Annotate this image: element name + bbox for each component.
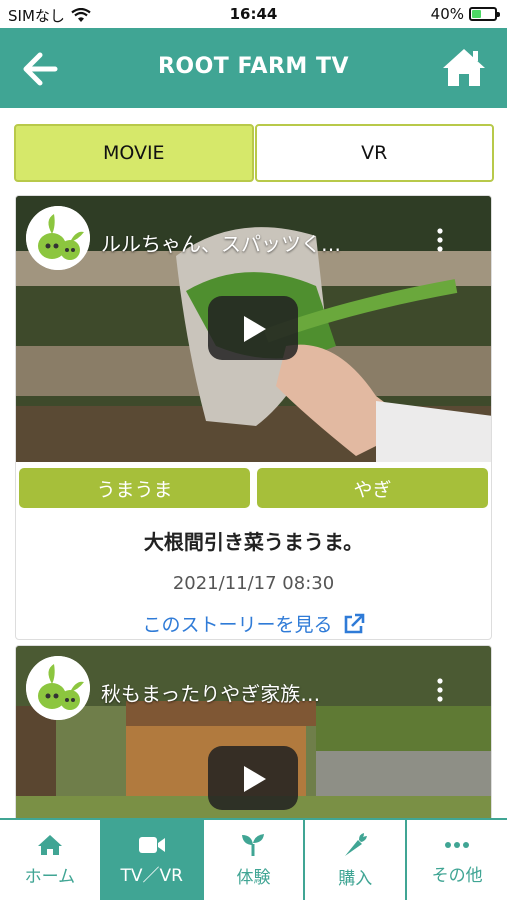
more-dots-icon [445,841,470,848]
video-title: 秋もまったりやぎ家族… [101,682,321,706]
play-button[interactable] [208,746,298,810]
channel-avatar [26,656,90,720]
home-icon[interactable] [441,46,487,88]
tab-tv-vr-label: TV／VR [120,865,183,886]
movie-vr-toggle: MOVIE VR [14,124,494,182]
story-date: 2021/11/17 08:30 [172,573,335,594]
bottom-tab-bar: ホーム TV／VR 体験 購入 その他 [0,818,507,900]
battery-percent: 40% [430,5,464,23]
battery-icon [469,7,500,21]
tab-purchase[interactable]: 購入 [305,820,408,900]
carrot-icon [345,832,368,856]
sprout-icon [242,833,265,856]
status-bar: SIMなし 16:44 40% [0,0,507,28]
story-link[interactable]: このストーリーを見る [16,610,491,637]
external-link-icon [344,613,364,633]
tab-experience-label: 体験 [236,867,271,888]
app-header: ROOT FARM TV [0,28,507,108]
video-player[interactable]: ルルちゃん、スパッツく… [16,196,491,462]
tab-other[interactable]: その他 [407,820,507,900]
video-title: ルルちゃん、スパッツく… [101,232,341,256]
home-icon [37,834,62,855]
video-camera-icon [138,836,165,853]
story-title: 大根間引き菜うまうま。 [143,530,364,554]
tab-movie[interactable]: MOVIE [14,124,254,182]
story-card: ルルちゃん、スパッツく… うまうま やぎ 大根間引き菜うまうま。 2021/11… [15,195,492,640]
tag-umauma[interactable]: うまうま [19,468,250,508]
battery: 40% [430,5,500,23]
tab-home-label: ホーム [24,866,76,887]
page-title: ROOT FARM TV [157,54,350,79]
tab-vr[interactable]: VR [254,124,494,182]
tab-home[interactable]: ホーム [0,820,102,900]
tag-list: うまうま やぎ [16,462,491,508]
tab-experience[interactable]: 体験 [204,820,306,900]
tab-other-label: その他 [431,865,483,886]
play-button[interactable] [208,296,298,360]
video-more-icon[interactable] [437,228,443,252]
story-card: 秋もまったりやぎ家族… [15,645,492,835]
story-link-label: このストーリーを見る [142,614,333,636]
tab-tv-vr[interactable]: TV／VR [101,820,204,900]
channel-avatar [26,206,90,270]
video-more-icon[interactable] [437,678,443,702]
tag-yagi[interactable]: やぎ [257,468,488,508]
tab-purchase-label: 購入 [338,868,373,889]
video-player[interactable]: 秋もまったりやぎ家族… [16,646,491,834]
